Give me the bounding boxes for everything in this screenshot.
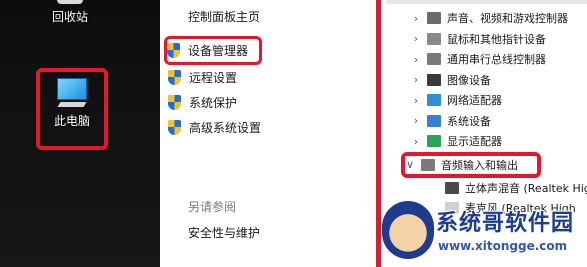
device-tree: › 声音、视频和游戏控制器 › 鼠标和其他指针设备 › 通用串行总线控制器 › 图像设备 › 网络… [381, 8, 587, 219]
device-category-icon [427, 73, 441, 86]
device-category-icon [427, 32, 441, 45]
chevron-right-icon[interactable]: › [409, 32, 423, 45]
device-category-icon [427, 12, 441, 25]
shield-icon [168, 95, 181, 110]
device-category-icon [427, 53, 441, 66]
device-category[interactable]: › 通用串行总线控制器 [381, 49, 587, 70]
device-manager-label: 设备管理器 [188, 44, 249, 58]
device-category[interactable]: › 系统设备 [381, 111, 587, 132]
shield-icon [168, 120, 181, 135]
device-category-icon [427, 135, 441, 148]
device-label: 图像设备 [447, 73, 491, 87]
chevron-right-icon[interactable]: › [409, 53, 423, 66]
device-label: 显示适配器 [447, 135, 502, 149]
device-category[interactable]: › 图像设备 [381, 70, 587, 91]
device-label: 声音、视频和游戏控制器 [447, 12, 568, 26]
device-label: 系统设备 [447, 114, 491, 128]
advanced-system-settings-label: 高级系统设置 [189, 121, 262, 135]
this-pc-label: 此电脑 [53, 114, 90, 128]
chevron-right-icon[interactable]: › [409, 114, 423, 127]
shield-icon [168, 70, 181, 85]
recycle-bin-label: 回收站 [51, 10, 88, 24]
security-maintenance-link[interactable]: 安全性与维护 [188, 224, 260, 241]
window-top-edge [386, 0, 587, 4]
advanced-system-settings-link[interactable]: 高级系统设置 [166, 115, 262, 140]
mascot-logo [382, 201, 434, 259]
device-label: 通用串行总线控制器 [447, 53, 546, 67]
device-category[interactable]: › 网络适配器 [381, 90, 587, 111]
device-label: 网络适配器 [447, 94, 502, 108]
device-item[interactable]: 立体声混音 (Realtek High [381, 178, 587, 199]
see-also-heading: 另请参阅 [188, 200, 237, 214]
device-category[interactable]: › 声音、视频和游戏控制器 [381, 8, 587, 29]
system-tasks-list: 设备管理器 远程设置 系统保护 高级系统设置 [164, 36, 262, 140]
device-category-icon [427, 94, 441, 107]
device-category[interactable]: › 鼠标和其他指针设备 [381, 29, 587, 50]
chevron-right-icon[interactable]: › [409, 135, 423, 148]
highlight-box [401, 151, 541, 178]
chevron-right-icon[interactable]: › [409, 73, 423, 86]
chevron-right-icon[interactable]: › [409, 94, 423, 107]
device-manager-link[interactable]: 设备管理器 [164, 36, 262, 65]
recycle-bin-shortcut[interactable]: 回收站 [30, 0, 110, 25]
shield-icon [167, 43, 180, 58]
system-protection-link[interactable]: 系统保护 [166, 90, 262, 115]
chevron-right-icon[interactable]: › [409, 12, 423, 25]
device-label: 立体声混音 (Realtek High [465, 181, 587, 195]
device-category-icon [427, 114, 441, 127]
this-pc-shortcut[interactable]: 此电脑 [36, 68, 108, 150]
remote-settings-link[interactable]: 远程设置 [166, 65, 262, 90]
site-watermark: 系统哥软件园 www.xitongge.com [378, 197, 587, 267]
desktop: 回收站 此电脑 [0, 0, 160, 267]
computer-icon [53, 78, 91, 108]
watermark-url: www.xitongge.com [438, 239, 568, 253]
recycle-bin-icon [57, 0, 83, 4]
control-panel-sidebar: 控制面板主页 设备管理器 远程设置 系统保护 高级系统设置 另请参阅 安全性与维… [160, 0, 376, 267]
device-label: 鼠标和其他指针设备 [447, 32, 546, 46]
control-panel-home-link[interactable]: 控制面板主页 [188, 8, 260, 25]
watermark-title: 系统哥软件园 [436, 211, 575, 236]
system-protection-label: 系统保护 [189, 96, 238, 110]
device-category[interactable]: › 显示适配器 [381, 131, 587, 152]
audio-device-icon [445, 181, 459, 194]
device-category[interactable]: ∨ 音频输入和输出 [381, 151, 587, 178]
remote-settings-label: 远程设置 [189, 71, 238, 85]
